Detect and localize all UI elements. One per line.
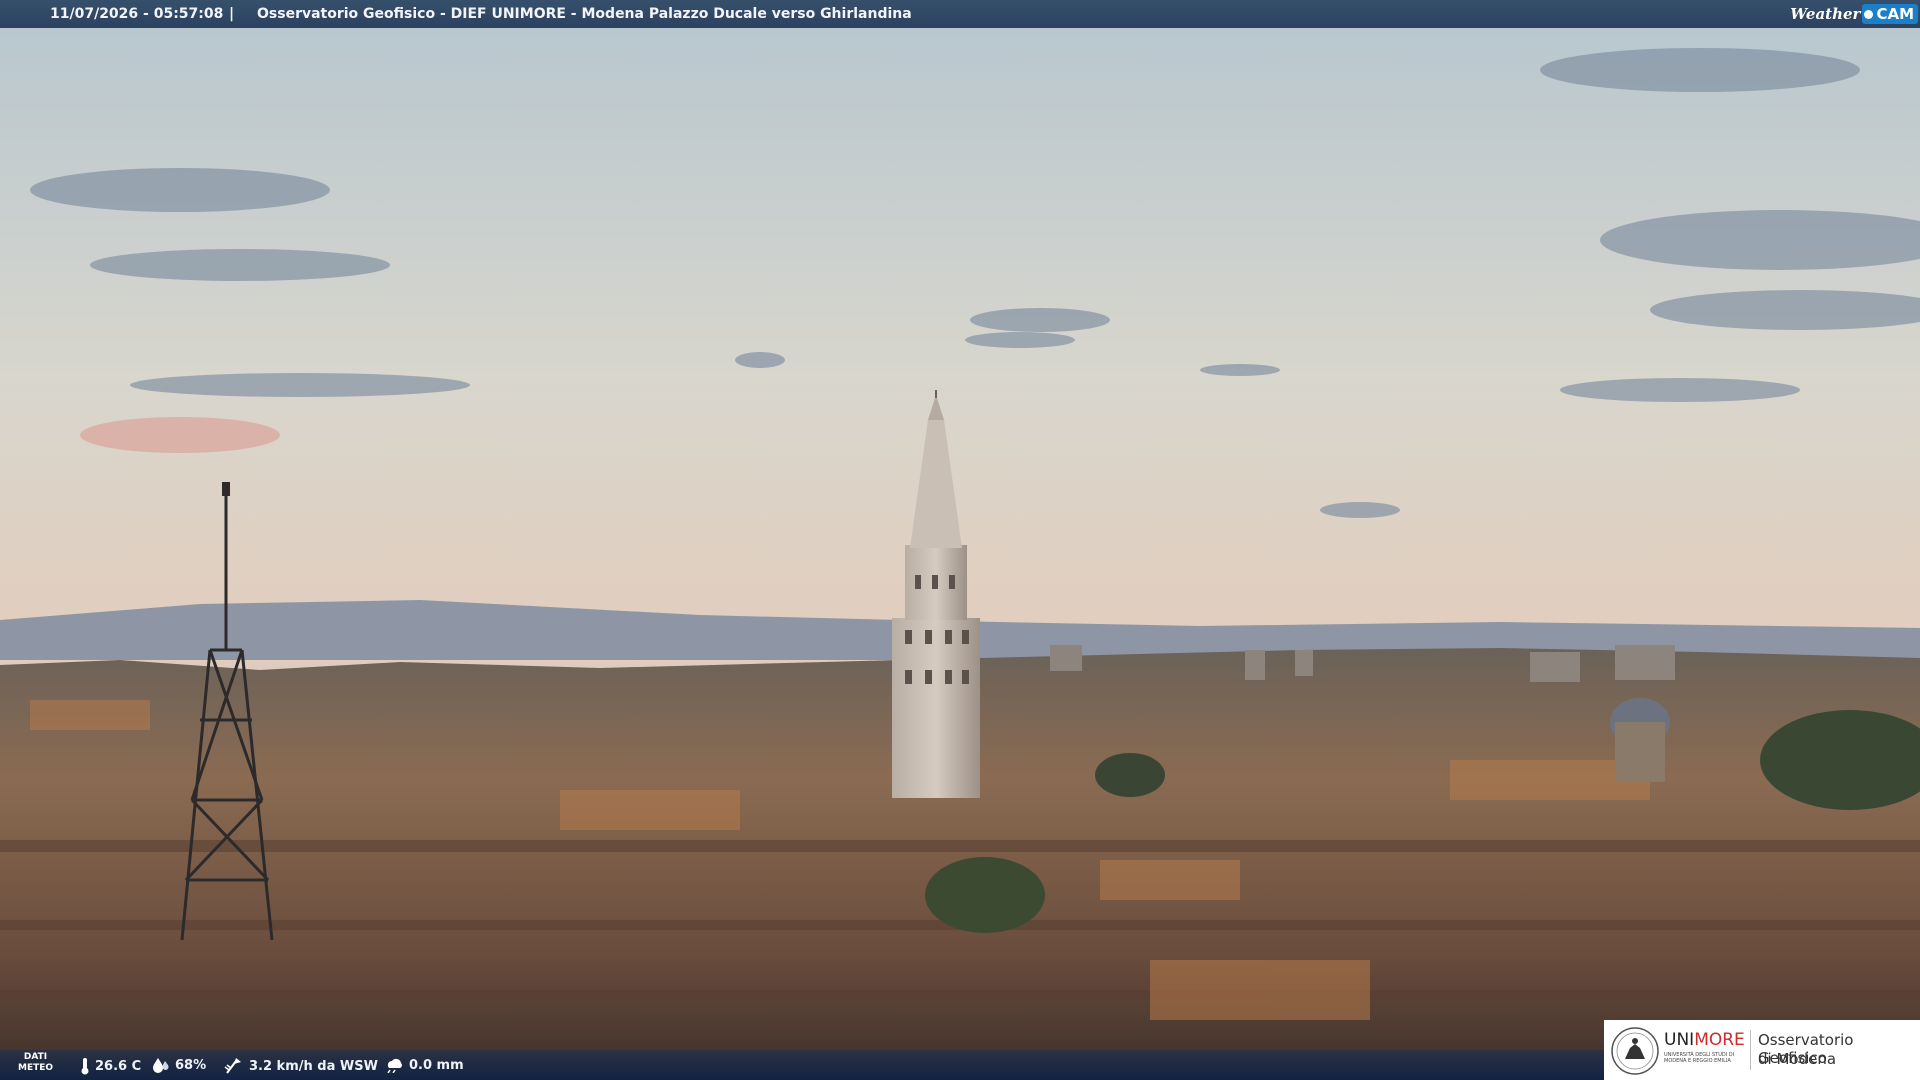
camera-title: Osservatorio Geofisico - DIEF UNIMORE - …	[257, 6, 912, 22]
timestamp: 11/07/2026 - 05:57:08	[50, 6, 224, 22]
logo-divider	[1750, 1030, 1751, 1070]
header-separator: |	[229, 6, 235, 22]
temperature-readout: 26.6 C	[80, 1057, 141, 1075]
unimore-wordmark: UNIMORE	[1664, 1030, 1745, 1050]
webcam-image	[0, 0, 1920, 1080]
rain-icon	[387, 1058, 402, 1073]
logo-weather-text: Weather	[1790, 5, 1861, 23]
humidity-drop-icon	[153, 1058, 169, 1073]
sun-icon	[1864, 9, 1874, 19]
logo-cam-text: CAM	[1876, 5, 1914, 23]
rain-value: 0.0 mm	[409, 1057, 464, 1073]
humidity-readout: 68%	[152, 1057, 206, 1073]
unimore-logo-panel: UNIMORE UNIVERSITÀ DEGLI STUDI DI MODENA…	[1604, 1020, 1920, 1080]
rain-readout: 0.0 mm	[384, 1057, 464, 1073]
humidity-value: 68%	[175, 1057, 207, 1073]
observatory-name-line2: di Modena	[1758, 1050, 1837, 1068]
header-bar: 11/07/2026 - 05:57:08 | Osservatorio Geo…	[0, 0, 1920, 28]
university-seal-icon	[1611, 1027, 1659, 1075]
unimore-subtitle: UNIVERSITÀ DEGLI STUDI DI MODENA E REGGI…	[1664, 1052, 1735, 1064]
temperature-value: 26.6 C	[95, 1058, 142, 1074]
wind-value: 3.2 km/h da WSW	[249, 1058, 378, 1074]
webcam-frame: 11/07/2026 - 05:57:08 | Osservatorio Geo…	[0, 0, 1920, 1080]
wind-icon	[224, 1058, 241, 1074]
wind-readout: 3.2 km/h da WSW	[224, 1057, 378, 1075]
logo-cam-badge: CAM	[1862, 4, 1918, 24]
dati-meteo-label: DATI METEO	[18, 1052, 54, 1073]
thermometer-icon	[81, 1058, 89, 1075]
weathercam-logo: Weather CAM	[1790, 2, 1918, 26]
